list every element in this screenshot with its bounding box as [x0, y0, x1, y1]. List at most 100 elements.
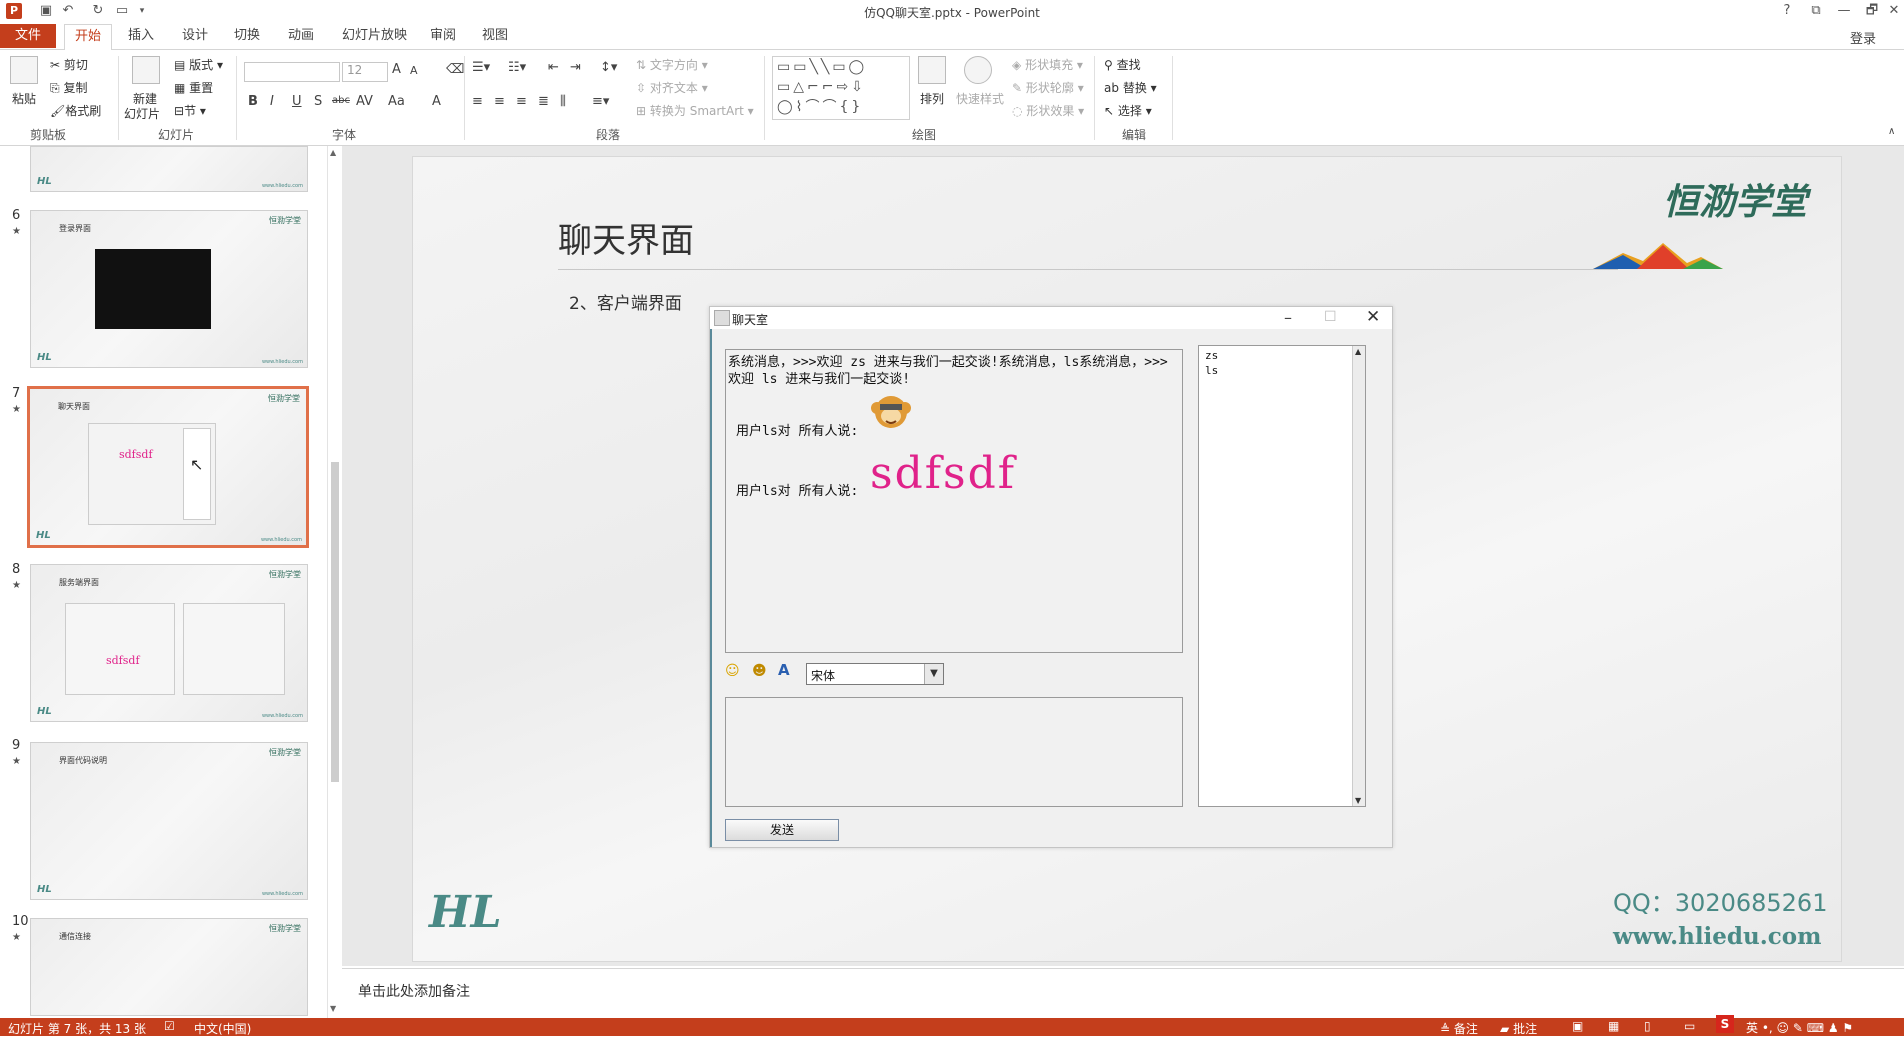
italic-button[interactable]: I — [270, 94, 274, 109]
clear-format-icon[interactable]: ⌫ — [446, 62, 464, 77]
shapes-gallery[interactable]: ▭▭╲╲▭◯ ▭△⌐⌐⇨⇩ ◯⌇⌒⌒{} — [772, 56, 910, 120]
justify-icon[interactable]: ≣ — [538, 94, 549, 109]
columns-icon[interactable]: ⫼ — [560, 94, 566, 109]
slide-thumbnail-5[interactable]: HL www.hliedu.com — [30, 146, 308, 192]
send-button[interactable]: 发送 — [725, 819, 839, 841]
tab-design[interactable]: 设计 — [172, 24, 218, 48]
thumbnail-scrollbar[interactable]: ▲ ▼ — [327, 146, 342, 1018]
layout-button[interactable]: ▤ 版式 ▾ — [174, 56, 223, 73]
strikethrough-button[interactable]: abc — [332, 95, 350, 106]
bold-button[interactable]: B — [248, 94, 258, 109]
normal-view-icon[interactable]: ▣ — [1572, 1019, 1583, 1033]
notes-pane[interactable]: 单击此处添加备注 — [342, 968, 1904, 1019]
align-left-icon[interactable]: ≡ — [472, 94, 483, 109]
text-direction-button[interactable]: ⇅ 文字方向 ▾ — [636, 56, 708, 73]
slide-thumbnail-7[interactable]: 聊天界面 恒泐学堂 sdfsdf ↖ HL www.hliedu.com — [27, 386, 309, 548]
underline-button[interactable]: U — [292, 94, 302, 109]
help-icon[interactable]: ? — [1779, 3, 1795, 19]
arrange-label[interactable]: 排列 — [920, 90, 944, 107]
slideshow-view-icon[interactable]: ▭ — [1684, 1019, 1695, 1033]
minimize-icon[interactable]: — — [1836, 3, 1852, 19]
tab-file[interactable]: 文件 — [0, 24, 56, 48]
maximize-icon[interactable]: ☐ — [1324, 309, 1337, 325]
slide-thumbnail-8[interactable]: 服务端界面 恒泐学堂 sdfsdf HL www.hliedu.com — [30, 564, 308, 722]
scroll-up-icon[interactable]: ▲ — [330, 148, 336, 157]
bullets-icon[interactable]: ☰▾ — [472, 60, 490, 75]
para-more-icon[interactable]: ≡▾ — [592, 94, 609, 109]
replace-button[interactable]: ab 替换 ▾ — [1104, 79, 1157, 96]
align-center-icon[interactable]: ≡ — [494, 94, 505, 109]
login-link[interactable]: 登录 — [1850, 28, 1876, 47]
quick-styles-label[interactable]: 快速样式 — [956, 90, 1004, 107]
scroll-up-icon[interactable]: ▲ — [1355, 347, 1361, 356]
slide-thumbnail-10[interactable]: 通信连接 恒泐学堂 — [30, 918, 308, 1016]
slide-thumbnail-6[interactable]: 登录界面 恒泐学堂 HL www.hliedu.com — [30, 210, 308, 368]
new-slide-icon[interactable] — [132, 56, 160, 84]
online-user-list[interactable]: zs ls ▲ ▼ — [1198, 345, 1366, 807]
close-icon[interactable]: ✕ — [1886, 3, 1902, 19]
paste-button[interactable]: 粘贴 — [12, 90, 36, 107]
shape-outline-button[interactable]: ✎ 形状轮廓 ▾ — [1012, 79, 1084, 96]
slide-title[interactable]: 聊天界面 — [558, 213, 694, 262]
restore-icon[interactable]: 🗗 — [1864, 3, 1880, 19]
chat-window-image[interactable]: 聊天室 – ☐ ✕ 系统消息，>>>欢迎 zs 进来与我们一起交谈!系统消息，l… — [709, 306, 1393, 848]
comments-toggle[interactable]: ▰ 批注 — [1500, 1020, 1537, 1037]
line-spacing-icon[interactable]: ↕▾ — [600, 60, 617, 75]
font-select[interactable]: 宋体 ▼ — [806, 663, 944, 685]
reset-button[interactable]: ▦ 重置 — [174, 79, 213, 96]
tab-transitions[interactable]: 切换 — [224, 24, 270, 48]
font-name-field[interactable] — [244, 62, 340, 82]
tab-insert[interactable]: 插入 — [118, 24, 164, 48]
smartart-button[interactable]: ⊞ 转换为 SmartArt ▾ — [636, 102, 754, 119]
shrink-font-icon[interactable]: A — [410, 64, 418, 77]
notes-toggle[interactable]: ≜ 备注 — [1440, 1020, 1478, 1037]
close-icon[interactable]: ✕ — [1366, 307, 1380, 327]
shadow-button[interactable]: S — [314, 94, 322, 109]
shape-fill-button[interactable]: ◈ 形状填充 ▾ — [1012, 56, 1083, 73]
arrange-icon[interactable] — [918, 56, 946, 84]
scroll-down-icon[interactable]: ▼ — [330, 1004, 336, 1013]
scroll-down-icon[interactable]: ▼ — [1355, 796, 1361, 805]
user-list-item[interactable]: zs — [1205, 348, 1218, 363]
spellcheck-icon[interactable]: ☑ — [164, 1019, 175, 1033]
section-button[interactable]: ⊟节 ▾ — [174, 102, 206, 119]
char-spacing-button[interactable]: AV — [356, 94, 373, 109]
align-text-button[interactable]: ⇳ 对齐文本 ▾ — [636, 79, 708, 96]
grow-font-icon[interactable]: A — [392, 62, 401, 77]
tab-home[interactable]: 开始 — [64, 24, 113, 50]
sogou-ime-icon[interactable]: S — [1716, 1015, 1734, 1033]
ime-toolbar-icons[interactable]: 英 •, ☺ ✎ ⌨ ♟ ⚑ — [1746, 1019, 1853, 1036]
numbering-icon[interactable]: ☷▾ — [508, 60, 526, 75]
format-painter-button[interactable]: 🖌格式刷 — [50, 102, 101, 119]
tab-animations[interactable]: 动画 — [278, 24, 324, 48]
new-slide-label-2[interactable]: 幻灯片 — [124, 105, 160, 122]
change-case-button[interactable]: Aa — [388, 94, 405, 109]
scroll-thumb[interactable] — [331, 462, 339, 782]
tab-view[interactable]: 视图 — [472, 24, 518, 48]
paste-icon[interactable] — [10, 56, 38, 84]
increase-indent-icon[interactable]: ⇥ — [570, 60, 581, 75]
collapse-ribbon-icon[interactable]: ∧ — [1888, 126, 1895, 137]
tab-review[interactable]: 审阅 — [420, 24, 466, 48]
font-color-button[interactable]: A — [432, 94, 441, 109]
shape-effects-button[interactable]: ◌ 形状效果 ▾ — [1012, 102, 1084, 119]
cut-button[interactable]: ✂ 剪切 — [50, 56, 88, 73]
tab-slideshow[interactable]: 幻灯片放映 — [332, 24, 417, 48]
quick-styles-icon[interactable] — [964, 56, 992, 84]
slide-subtitle[interactable]: 2、客户端界面 — [569, 289, 682, 314]
chevron-down-icon[interactable]: ▼ — [924, 664, 943, 684]
copy-button[interactable]: ⎘ 复制 — [50, 79, 87, 96]
sticker-button-icon[interactable]: ☻ — [752, 663, 767, 679]
notes-placeholder[interactable]: 单击此处添加备注 — [358, 981, 470, 1001]
select-button[interactable]: ↖ 选择 ▾ — [1104, 102, 1152, 119]
font-style-icon[interactable]: A — [778, 661, 790, 679]
decrease-indent-icon[interactable]: ⇤ — [548, 60, 559, 75]
user-list-scrollbar[interactable]: ▲ ▼ — [1352, 346, 1365, 806]
font-size-field[interactable]: 12 — [342, 62, 388, 82]
ribbon-display-icon[interactable]: ⧉ — [1808, 3, 1824, 19]
reading-view-icon[interactable]: ▯ — [1644, 1019, 1651, 1033]
minimize-icon[interactable]: – — [1284, 308, 1292, 327]
find-button[interactable]: ⚲ 查找 — [1104, 56, 1141, 73]
language-status[interactable]: 中文(中国) — [194, 1020, 251, 1037]
user-list-item[interactable]: ls — [1205, 363, 1218, 378]
